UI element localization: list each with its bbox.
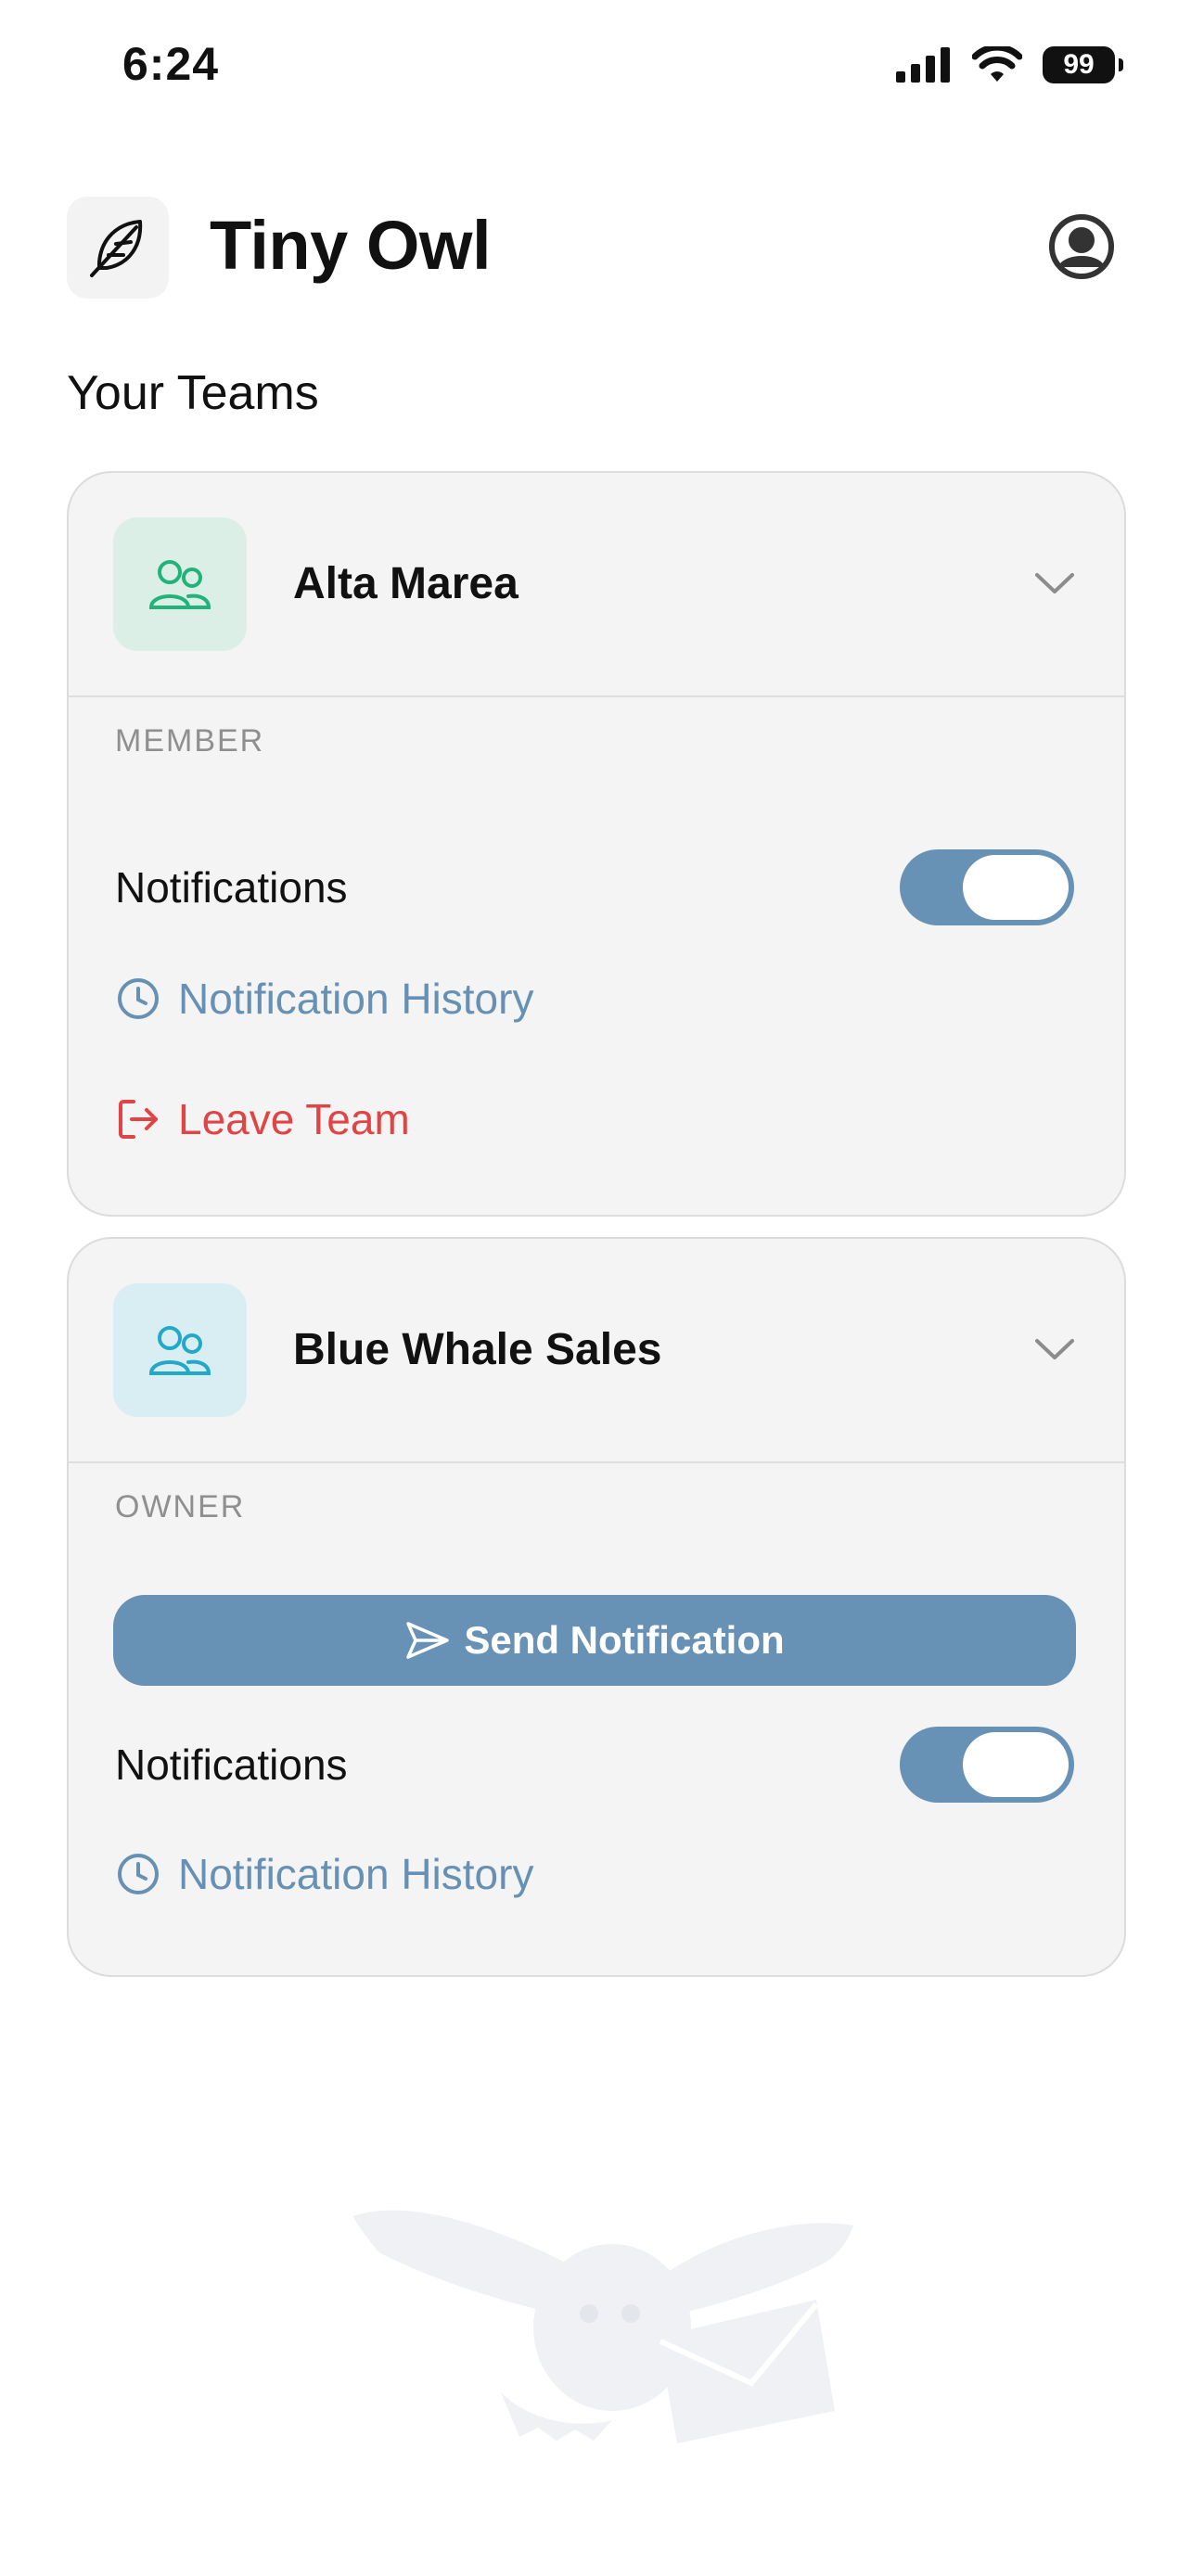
app-title: Tiny Owl [210, 207, 492, 284]
users-icon [148, 560, 211, 609]
leave-team-label: Leave Team [178, 1095, 410, 1143]
send-notification-label: Send Notification [464, 1618, 785, 1662]
notifications-label: Notifications [115, 863, 348, 912]
notifications-toggle[interactable] [900, 1727, 1074, 1803]
team-name: Blue Whale Sales [293, 1325, 662, 1374]
cellular-signal-icon [896, 47, 950, 83]
toggle-knob [963, 1732, 1069, 1797]
clock-icon [118, 978, 159, 1019]
profile-icon[interactable] [1048, 213, 1115, 280]
battery-indicator: 99 [1043, 46, 1123, 83]
leave-icon [119, 1100, 158, 1139]
send-notification-button[interactable]: Send Notification [113, 1595, 1076, 1686]
feather-icon [90, 220, 143, 277]
notifications-toggle[interactable] [900, 849, 1074, 925]
team-card-header[interactable]: Alta Marea [69, 473, 1124, 697]
team-role: MEMBER [115, 723, 265, 759]
notification-history-link[interactable]: Notification History [115, 1849, 533, 1899]
status-time: 6:24 [122, 38, 220, 90]
team-avatar [113, 517, 247, 651]
chevron-down-icon[interactable] [1033, 1335, 1076, 1363]
toggle-knob [963, 855, 1069, 920]
notification-history-label: Notification History [178, 1850, 534, 1898]
clock-icon [118, 1854, 159, 1894]
send-icon [406, 1622, 450, 1659]
wifi-icon [972, 46, 1022, 82]
app-logo [67, 197, 169, 299]
team-card-alta-marea: Alta Marea MEMBER Notifications Notifica… [67, 471, 1126, 1217]
team-name: Alta Marea [293, 559, 519, 608]
notifications-label: Notifications [115, 1741, 348, 1789]
owl-mail-illustration [352, 2210, 853, 2443]
leave-team-link[interactable]: Leave Team [115, 1094, 410, 1144]
chevron-down-icon[interactable] [1033, 569, 1076, 597]
team-role: OWNER [115, 1489, 246, 1524]
users-icon [148, 1326, 211, 1375]
team-card-header[interactable]: Blue Whale Sales [69, 1239, 1124, 1463]
notification-history-link[interactable]: Notification History [115, 974, 533, 1024]
section-title: Your Teams [67, 366, 319, 420]
team-card-blue-whale-sales: Blue Whale Sales OWNER Send Notification… [67, 1237, 1126, 1977]
team-avatar [113, 1283, 247, 1417]
status-icons: 99 [896, 46, 1123, 83]
notification-history-label: Notification History [178, 975, 534, 1023]
